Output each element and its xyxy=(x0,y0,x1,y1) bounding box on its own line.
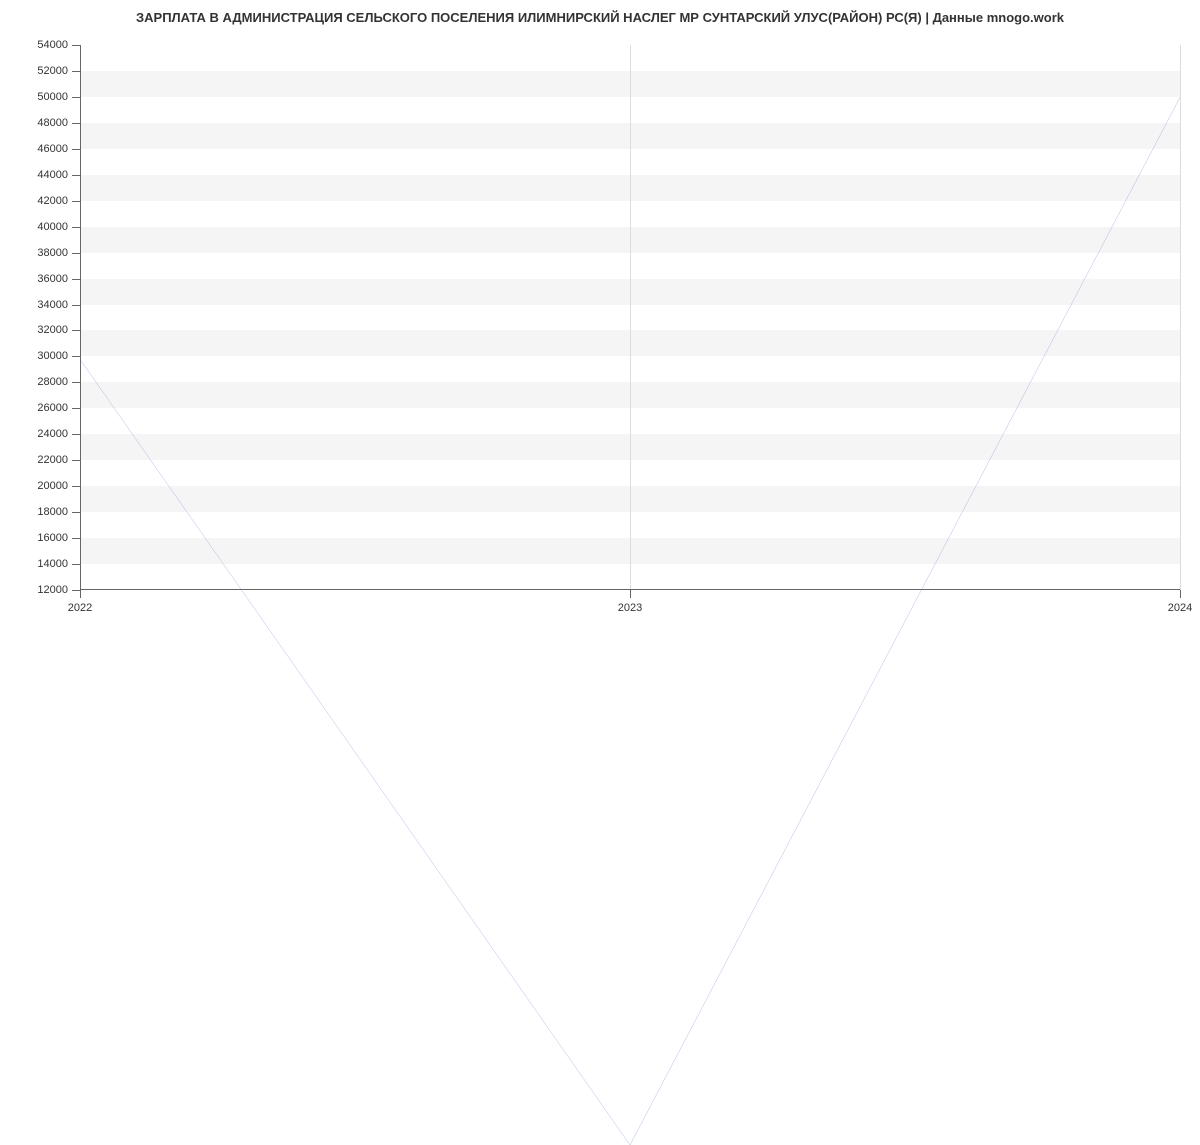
y-tick xyxy=(72,201,80,202)
y-tick-label: 46000 xyxy=(37,143,68,155)
y-tick xyxy=(72,71,80,72)
y-tick-label: 42000 xyxy=(37,195,68,207)
x-tick xyxy=(1180,590,1181,598)
y-tick-label: 18000 xyxy=(37,506,68,518)
y-tick xyxy=(72,45,80,46)
y-tick xyxy=(72,486,80,487)
y-tick xyxy=(72,305,80,306)
y-tick-label: 52000 xyxy=(37,65,68,77)
y-tick-label: 54000 xyxy=(37,39,68,51)
y-tick xyxy=(72,590,80,591)
y-tick xyxy=(72,279,80,280)
y-tick xyxy=(72,538,80,539)
y-tick-label: 38000 xyxy=(37,247,68,259)
y-tick-label: 14000 xyxy=(37,558,68,570)
y-tick xyxy=(72,97,80,98)
x-tick xyxy=(630,590,631,598)
y-tick xyxy=(72,434,80,435)
y-tick xyxy=(72,149,80,150)
y-tick-label: 22000 xyxy=(37,454,68,466)
y-tick xyxy=(72,382,80,383)
x-tick xyxy=(80,590,81,598)
y-tick xyxy=(72,356,80,357)
y-tick-label: 48000 xyxy=(37,117,68,129)
y-tick xyxy=(72,512,80,513)
y-tick xyxy=(72,175,80,176)
chart-title: ЗАРПЛАТА В АДМИНИСТРАЦИЯ СЕЛЬСКОГО ПОСЕЛ… xyxy=(0,0,1200,30)
y-tick-label: 28000 xyxy=(37,376,68,388)
y-tick-label: 26000 xyxy=(37,402,68,414)
y-tick xyxy=(72,408,80,409)
plot-area: 1200014000160001800020000220002400026000… xyxy=(80,45,1180,590)
chart-container: ЗАРПЛАТА В АДМИНИСТРАЦИЯ СЕЛЬСКОГО ПОСЕЛ… xyxy=(0,0,1200,650)
y-tick xyxy=(72,330,80,331)
y-tick-label: 40000 xyxy=(37,221,68,233)
y-tick-label: 36000 xyxy=(37,273,68,285)
y-tick xyxy=(72,564,80,565)
y-tick xyxy=(72,460,80,461)
y-tick xyxy=(72,123,80,124)
y-tick-label: 24000 xyxy=(37,428,68,440)
y-tick-label: 20000 xyxy=(37,480,68,492)
y-tick-label: 34000 xyxy=(37,299,68,311)
y-tick-label: 30000 xyxy=(37,350,68,362)
y-tick xyxy=(72,227,80,228)
x-tick-label: 2024 xyxy=(1168,602,1192,614)
x-tick-label: 2022 xyxy=(68,602,92,614)
y-tick xyxy=(72,253,80,254)
v-gridline xyxy=(1180,45,1181,590)
x-tick-label: 2023 xyxy=(618,602,642,614)
y-tick-label: 44000 xyxy=(37,169,68,181)
data-line-path xyxy=(80,97,1180,1145)
y-tick-label: 32000 xyxy=(37,324,68,336)
y-tick-label: 12000 xyxy=(37,584,68,596)
y-tick-label: 16000 xyxy=(37,532,68,544)
y-tick-label: 50000 xyxy=(37,91,68,103)
